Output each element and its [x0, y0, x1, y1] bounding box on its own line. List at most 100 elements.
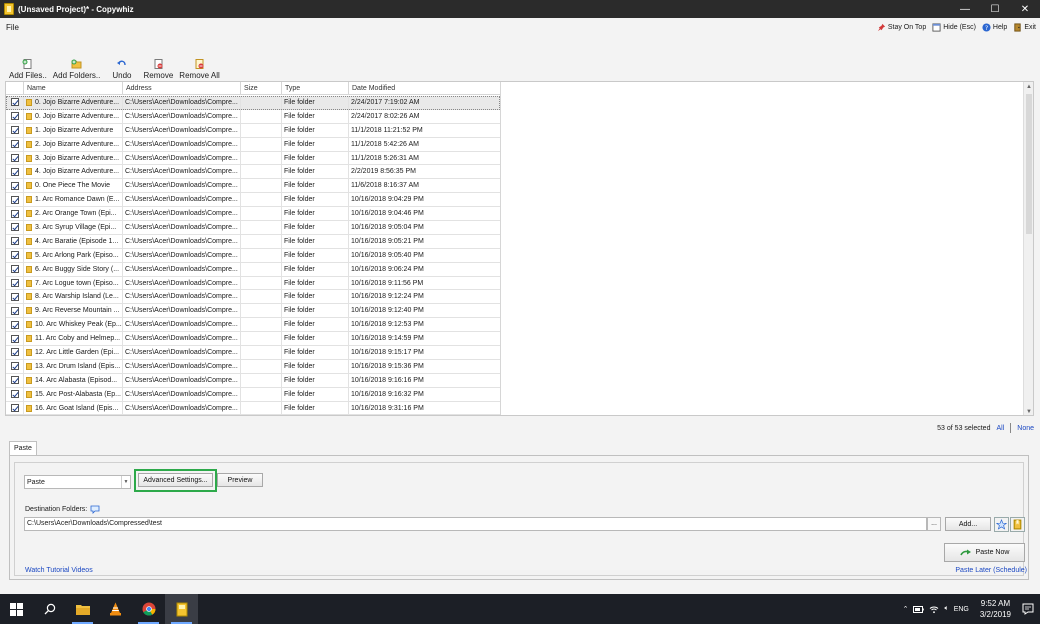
paste-mode-select[interactable]: Paste ▼: [24, 475, 131, 489]
start-button[interactable]: [0, 594, 33, 624]
table-row[interactable]: 5. Arc Arlong Park (Episo... C:\Users\Ace…: [6, 248, 500, 263]
column-header-date-modified[interactable]: Date Modified: [349, 82, 500, 95]
destination-folder-input[interactable]: C:\Users\Acer\Downloads\Compressed\test: [24, 517, 927, 531]
row-checkbox[interactable]: [10, 98, 19, 107]
taskbar-file-explorer[interactable]: [66, 594, 99, 624]
row-checkbox[interactable]: [10, 279, 19, 288]
column-header-size[interactable]: Size: [241, 82, 282, 95]
battery-icon[interactable]: [913, 605, 925, 614]
undo-button[interactable]: Undo: [109, 59, 134, 80]
bookmark-folder-button[interactable]: [1010, 517, 1025, 532]
close-button[interactable]: ✕: [1010, 0, 1040, 18]
add-files-button[interactable]: Add Files..: [6, 59, 50, 80]
row-checkbox[interactable]: [10, 334, 19, 343]
remove-all-button[interactable]: Remove All: [176, 59, 222, 80]
wifi-icon[interactable]: [929, 605, 939, 614]
advanced-settings-button[interactable]: Advanced Settings...: [138, 473, 213, 487]
chevron-down-icon[interactable]: ▼: [121, 476, 130, 488]
column-header-check[interactable]: [6, 82, 24, 95]
taskbar-vlc[interactable]: [99, 594, 132, 624]
row-checkbox[interactable]: [10, 223, 19, 232]
preview-button[interactable]: Preview: [217, 473, 263, 487]
table-row[interactable]: 2. Arc Orange Town (Epi... C:\Users\Acer\…: [6, 207, 500, 222]
scrollbar-thumb[interactable]: [1026, 94, 1032, 234]
preview-pane: ◝: [500, 82, 1023, 415]
table-row[interactable]: 4. Jojo Bizarre Adventure... C:\Users\Ace…: [6, 165, 500, 180]
select-all-link[interactable]: All: [996, 425, 1004, 432]
row-checkbox[interactable]: [10, 265, 19, 274]
table-row[interactable]: 3. Arc Syrup Village (Epi... C:\Users\Ace…: [6, 220, 500, 235]
row-checkbox[interactable]: [10, 306, 19, 315]
hide-button[interactable]: Hide (Esc): [932, 22, 976, 32]
table-row[interactable]: 9. Arc Reverse Mountain ... C:\Users\Acer…: [6, 304, 500, 319]
table-row[interactable]: 4. Arc Baratie (Episode 1... C:\Users\Ace…: [6, 234, 500, 249]
search-button[interactable]: [33, 594, 66, 624]
row-checkbox[interactable]: [10, 181, 19, 190]
table-row[interactable]: 11. Arc Coby and Helmep... C:\Users\Acer\…: [6, 332, 500, 347]
row-checkbox[interactable]: [10, 348, 19, 357]
row-checkbox[interactable]: [10, 126, 19, 135]
row-checkbox[interactable]: [10, 154, 19, 163]
tab-paste[interactable]: Paste: [9, 441, 37, 455]
menu-file[interactable]: File: [6, 23, 19, 32]
table-row[interactable]: 13. Arc Drum Island (Epis... C:\Users\Ace…: [6, 359, 500, 374]
row-checkbox[interactable]: [10, 112, 19, 121]
row-checkbox[interactable]: [10, 376, 19, 385]
add-folders-button[interactable]: Add Folders..: [50, 59, 104, 80]
row-checkbox[interactable]: [10, 390, 19, 399]
input-language[interactable]: ENG: [954, 606, 969, 613]
row-checkbox[interactable]: [10, 404, 19, 413]
row-checkbox[interactable]: [10, 140, 19, 149]
column-header-address[interactable]: Address: [123, 82, 241, 95]
vertical-scrollbar[interactable]: ▲ ▼: [1023, 82, 1033, 415]
table-row[interactable]: 1. Arc Romance Dawn (E... C:\Users\Acer\D…: [6, 193, 500, 208]
speech-bubble-icon[interactable]: [90, 505, 100, 514]
column-header-name[interactable]: Name: [24, 82, 123, 95]
scroll-up-icon[interactable]: ▲: [1024, 82, 1033, 92]
notifications-icon[interactable]: [1022, 603, 1034, 615]
table-row[interactable]: 16. Arc Goat Island (Epis... C:\Users\Ace…: [6, 401, 500, 415]
maximize-button[interactable]: ☐: [980, 0, 1010, 18]
scroll-down-icon[interactable]: ▼: [1024, 407, 1033, 415]
taskbar-clock[interactable]: 9:52 AM 3/2/2019: [980, 598, 1011, 620]
select-none-link[interactable]: None: [1017, 425, 1034, 432]
watch-tutorial-link[interactable]: Watch Tutorial Videos: [25, 567, 93, 574]
row-checkbox[interactable]: [10, 251, 19, 260]
table-row[interactable]: 8. Arc Warship Island (Le... C:\Users\Ace…: [6, 290, 500, 305]
exit-button[interactable]: Exit: [1013, 22, 1036, 32]
table-row[interactable]: 14. Arc Alabasta (Episod... C:\Users\Acer…: [6, 373, 500, 388]
row-checkbox[interactable]: [10, 237, 19, 246]
table-row[interactable]: 0. One Piece The Movie C:\Users\Acer\Down…: [6, 179, 500, 194]
stay-on-top-button[interactable]: Stay On Top: [877, 23, 926, 32]
table-row[interactable]: 6. Arc Buggy Side Story (... C:\Users\Ace…: [6, 262, 500, 277]
table-row[interactable]: 0. Jojo Bizarre Adventure... C:\Users\Ace…: [6, 95, 500, 110]
remove-button[interactable]: Remove: [141, 59, 177, 80]
browse-button[interactable]: ...: [927, 517, 941, 531]
paste-later-link[interactable]: Paste Later (Schedule): [955, 567, 1027, 574]
row-checkbox[interactable]: [10, 320, 19, 329]
help-button[interactable]: ? Help: [982, 22, 1007, 32]
favorites-button[interactable]: [994, 517, 1009, 532]
table-row[interactable]: 7. Arc Logue town (Episo... C:\Users\Acer…: [6, 276, 500, 291]
row-checkbox[interactable]: [10, 362, 19, 371]
window-controls: — ☐ ✕: [950, 0, 1040, 18]
add-destination-button[interactable]: Add...: [945, 517, 991, 531]
taskbar-chrome[interactable]: [132, 594, 165, 624]
row-checkbox[interactable]: [10, 292, 19, 301]
table-row[interactable]: 15. Arc Post-Alabasta (Ep... C:\Users\Ace…: [6, 387, 500, 402]
table-row[interactable]: 1. Jojo Bizarre Adventure C:\Users\Acer\D…: [6, 123, 500, 138]
table-row[interactable]: 2. Jojo Bizarre Adventure... C:\Users\Ace…: [6, 137, 500, 152]
table-row[interactable]: 10. Arc Whiskey Peak (Ep... C:\Users\Acer…: [6, 318, 500, 333]
speaker-icon[interactable]: 🔈︎: [944, 605, 948, 613]
taskbar-copywhiz[interactable]: [165, 594, 198, 624]
paste-now-button[interactable]: Paste Now: [944, 543, 1025, 562]
table-row[interactable]: 0. Jojo Bizarre Adventure... C:\Users\Ace…: [6, 109, 500, 124]
tray-overflow-chevron-icon[interactable]: ⌃: [903, 605, 909, 613]
minimize-button[interactable]: —: [950, 0, 980, 18]
row-checkbox[interactable]: [10, 167, 19, 176]
table-row[interactable]: 3. Jojo Bizarre Adventure... C:\Users\Ace…: [6, 151, 500, 166]
row-checkbox[interactable]: [10, 195, 19, 204]
column-header-type[interactable]: Type: [282, 82, 349, 95]
row-checkbox[interactable]: [10, 209, 19, 218]
table-row[interactable]: 12. Arc Little Garden (Epi... C:\Users\Ac…: [6, 345, 500, 360]
